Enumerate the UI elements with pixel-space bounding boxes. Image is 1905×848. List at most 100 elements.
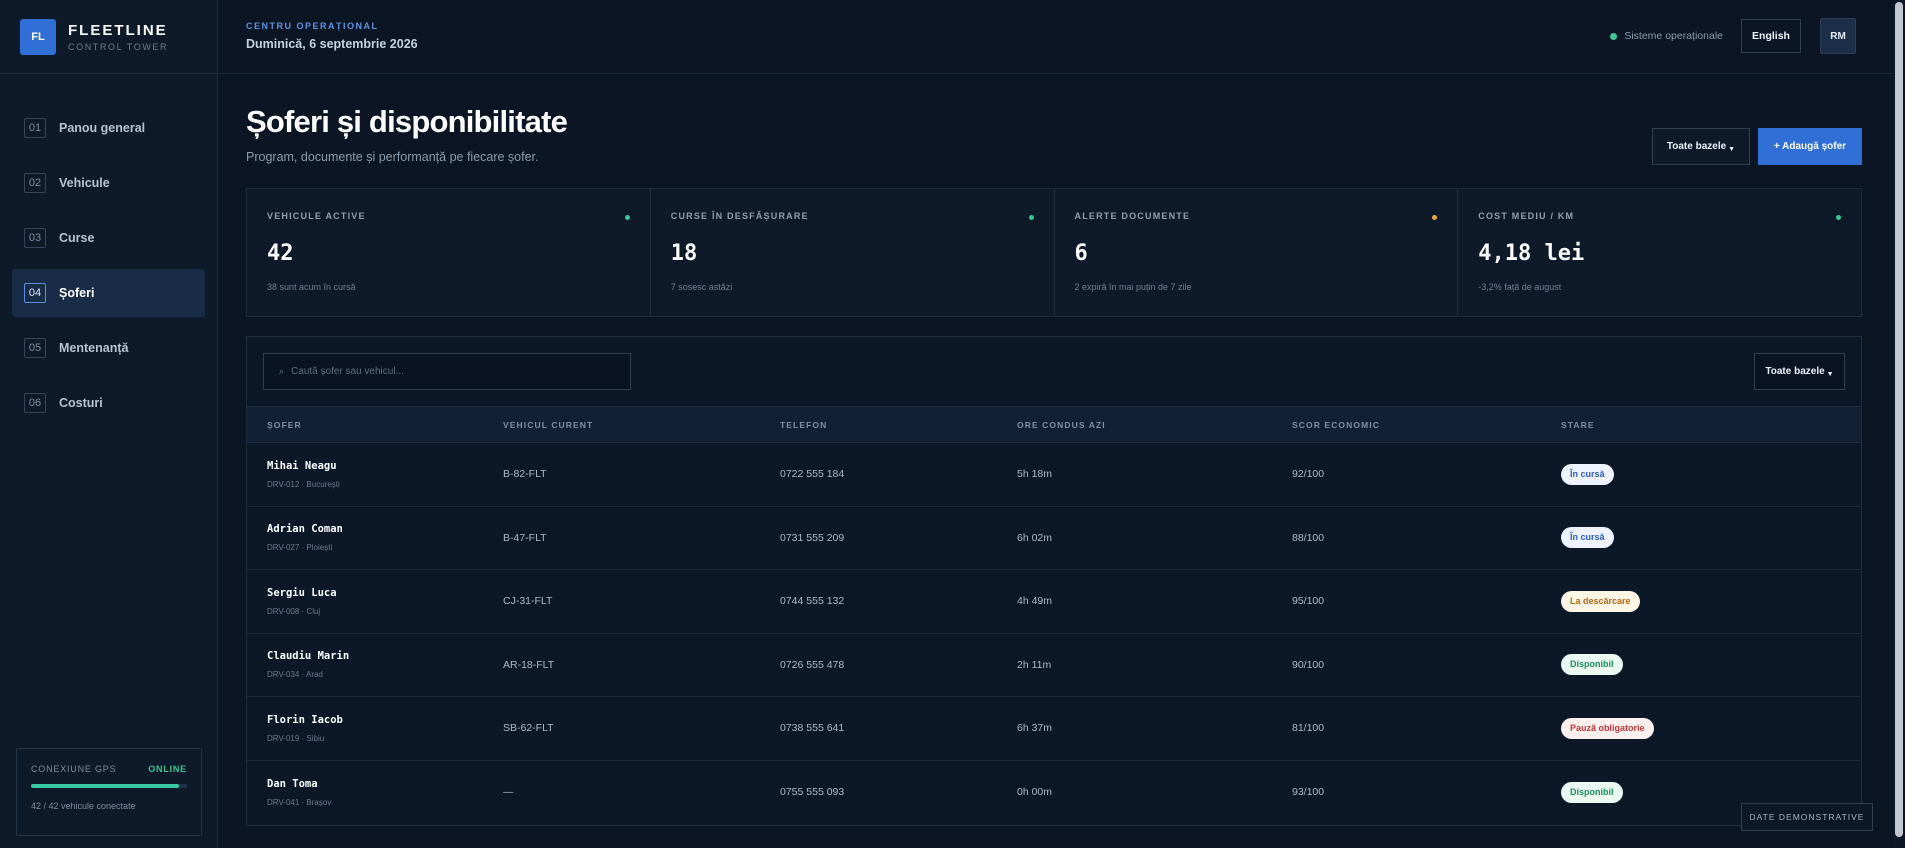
status-dot-icon (624, 215, 630, 220)
stat-card: ALERTE DOCUMENTE 6 2 expiră în mai puțin d… (1055, 189, 1459, 316)
status-badge: Disponibil (1561, 781, 1623, 803)
phone-cell: 0722 555 184 (780, 468, 845, 481)
chevron-down-icon: ▼ (1826, 371, 1834, 378)
vehicle-cell: — (503, 786, 514, 799)
bases-filter-button[interactable]: Toate bazele ▼ (1652, 128, 1750, 165)
score-cell: 88/100 (1292, 531, 1325, 544)
gps-status: ONLINE (148, 764, 187, 774)
brand-logo[interactable]: FL (20, 18, 56, 55)
brand-name: FLEETLINE (68, 21, 168, 39)
table-row[interactable]: Sergiu Luca DRV-008 · Cluj CJ-31-FLT 0744 5… (247, 570, 1861, 634)
system-status: Sisteme operaționale (1610, 30, 1723, 42)
driver-id: DRV-019 · Sibiu (267, 733, 325, 743)
sidebar-item-label: Curse (59, 231, 95, 245)
header-date: Duminică, 6 septembrie 2026 (246, 37, 418, 51)
column-header[interactable]: TELEFON (780, 420, 1017, 430)
header-eyebrow: CENTRU OPERAȚIONAL (246, 21, 379, 31)
sidebar-nav: 01 Panou general 02 Vehicule 03 Curse 04 Șoferi… (0, 74, 217, 427)
column-header[interactable]: ȘOFER (247, 420, 503, 430)
driver-name[interactable]: Florin Iacob (267, 714, 503, 726)
sidebar-item-number: 03 (24, 228, 46, 248)
column-header[interactable]: VEHICUL CURENT (503, 420, 780, 430)
status-badge: În cursă (1561, 463, 1614, 485)
brand: FL FLEETLINE CONTROL TOWER (0, 0, 217, 74)
table-bases-filter-button[interactable]: Toate bazele ▼ (1754, 353, 1845, 390)
score-cell: 93/100 (1292, 786, 1325, 799)
sidebar-item[interactable]: 01 Panou general (12, 104, 205, 152)
sidebar-item-label: Mentenanță (59, 341, 129, 355)
vehicle-cell: CJ-31-FLT (503, 595, 553, 608)
scrollbar[interactable] (1893, 0, 1905, 848)
search-icon: ⌕ (279, 366, 285, 376)
hours-cell: 5h 18m (1017, 468, 1053, 481)
table-row[interactable]: Florin Iacob DRV-019 · Sibiu SB-62-FLT 0738… (247, 697, 1861, 761)
language-button[interactable]: English (1741, 19, 1801, 53)
status-dot-icon (1028, 215, 1034, 220)
column-header[interactable]: ORE CONDUS AZI (1017, 420, 1292, 430)
driver-cell: Claudiu Marin DRV-034 · Arad (247, 650, 503, 679)
stat-note: 38 sunt acum în cursă (267, 282, 356, 292)
search-input[interactable] (291, 366, 612, 377)
status-cell: La descărcare (1561, 590, 1861, 612)
driver-name[interactable]: Adrian Coman (267, 523, 503, 535)
hours-cell: 6h 02m (1017, 531, 1053, 544)
driver-name[interactable]: Mihai Neagu (267, 460, 503, 472)
status-cell: În cursă (1561, 463, 1861, 485)
table-row[interactable]: Claudiu Marin DRV-034 · Arad AR-18-FLT 0726… (247, 634, 1861, 697)
page-title: Șoferi și disponibilitate (246, 104, 568, 139)
sidebar: FL FLEETLINE CONTROL TOWER 01 Panou gener… (0, 0, 218, 848)
table-row[interactable]: Dan Toma DRV-041 · Brașov — 0755 555 093 0h … (247, 761, 1861, 825)
table-bases-filter-label: Toate bazele (1765, 366, 1825, 377)
sidebar-item-number: 02 (24, 173, 46, 193)
stat-note: 7 sosesc astăzi (670, 282, 733, 292)
table-row[interactable]: Adrian Coman DRV-027 · Ploiești B-47-FLT 07… (247, 507, 1861, 570)
hours-cell: 0h 00m (1017, 786, 1053, 799)
vehicle-cell: SB-62-FLT (503, 722, 554, 735)
driver-id: DRV-008 · Cluj (267, 606, 321, 616)
sidebar-item[interactable]: 03 Curse (12, 214, 205, 262)
add-driver-button[interactable]: + Adaugă șofer (1758, 128, 1862, 165)
driver-id: DRV-027 · Ploiești (267, 543, 333, 553)
status-badge: În cursă (1561, 527, 1614, 549)
column-header[interactable]: SCOR ECONOMIC (1292, 420, 1561, 430)
brand-subtitle: CONTROL TOWER (68, 41, 169, 52)
vehicle-cell: B-47-FLT (503, 531, 547, 544)
table-row[interactable]: Mihai Neagu DRV-012 · București B-82-FLT 07… (247, 443, 1861, 507)
avatar[interactable]: RM (1820, 18, 1856, 54)
stat-label: ALERTE DOCUMENTE (1074, 211, 1191, 221)
stat-card: COST MEDIU / KM 4,18 lei -3,2% față de aug… (1458, 189, 1861, 316)
driver-id: DRV-041 · Brașov (267, 797, 332, 807)
status-cell: În cursă (1561, 527, 1861, 549)
sidebar-item[interactable]: 06 Costuri (12, 379, 205, 427)
phone-cell: 0744 555 132 (780, 595, 845, 608)
driver-name[interactable]: Claudiu Marin (267, 650, 503, 662)
gps-progress-bar (31, 784, 187, 788)
stat-value: 42 (267, 241, 294, 266)
table-body: Mihai Neagu DRV-012 · București B-82-FLT 07… (247, 443, 1861, 824)
scrollbar-thumb[interactable] (1895, 2, 1903, 837)
sidebar-item-label: Vehicule (59, 176, 110, 190)
driver-name[interactable]: Sergiu Luca (267, 587, 503, 599)
stats-row: VEHICULE ACTIVE 42 38 sunt acum în cursă CU… (246, 188, 1862, 317)
demo-data-tag: DATE DEMONSTRATIVE (1741, 803, 1873, 831)
sidebar-item-number: 04 (24, 283, 46, 303)
driver-cell: Sergiu Luca DRV-008 · Cluj (247, 587, 503, 616)
search-box[interactable]: ⌕ (263, 353, 631, 390)
stat-value: 6 (1074, 241, 1088, 266)
stat-card: VEHICULE ACTIVE 42 38 sunt acum în cursă (247, 189, 651, 316)
status-dot-icon (1610, 32, 1618, 40)
sidebar-item-number: 01 (24, 118, 46, 138)
driver-id: DRV-034 · Arad (267, 670, 323, 680)
sidebar-item-label: Costuri (59, 396, 103, 410)
driver-name[interactable]: Dan Toma (267, 778, 503, 790)
phone-cell: 0755 555 093 (780, 786, 845, 799)
stat-value: 4,18 lei (1478, 241, 1585, 266)
score-cell: 92/100 (1292, 468, 1325, 481)
sidebar-item[interactable]: 02 Vehicule (12, 159, 205, 207)
sidebar-item[interactable]: 04 Șoferi (12, 269, 205, 317)
sidebar-item[interactable]: 05 Mentenanță (12, 324, 205, 372)
system-status-label: Sisteme operaționale (1624, 30, 1723, 42)
stat-card: CURSE ÎN DESFĂȘURARE 18 7 sosesc astăzi (651, 189, 1055, 316)
column-header[interactable]: STARE (1561, 420, 1861, 430)
gps-connection-panel: CONEXIUNE GPS ONLINE 42 / 42 vehicule co… (16, 748, 202, 836)
